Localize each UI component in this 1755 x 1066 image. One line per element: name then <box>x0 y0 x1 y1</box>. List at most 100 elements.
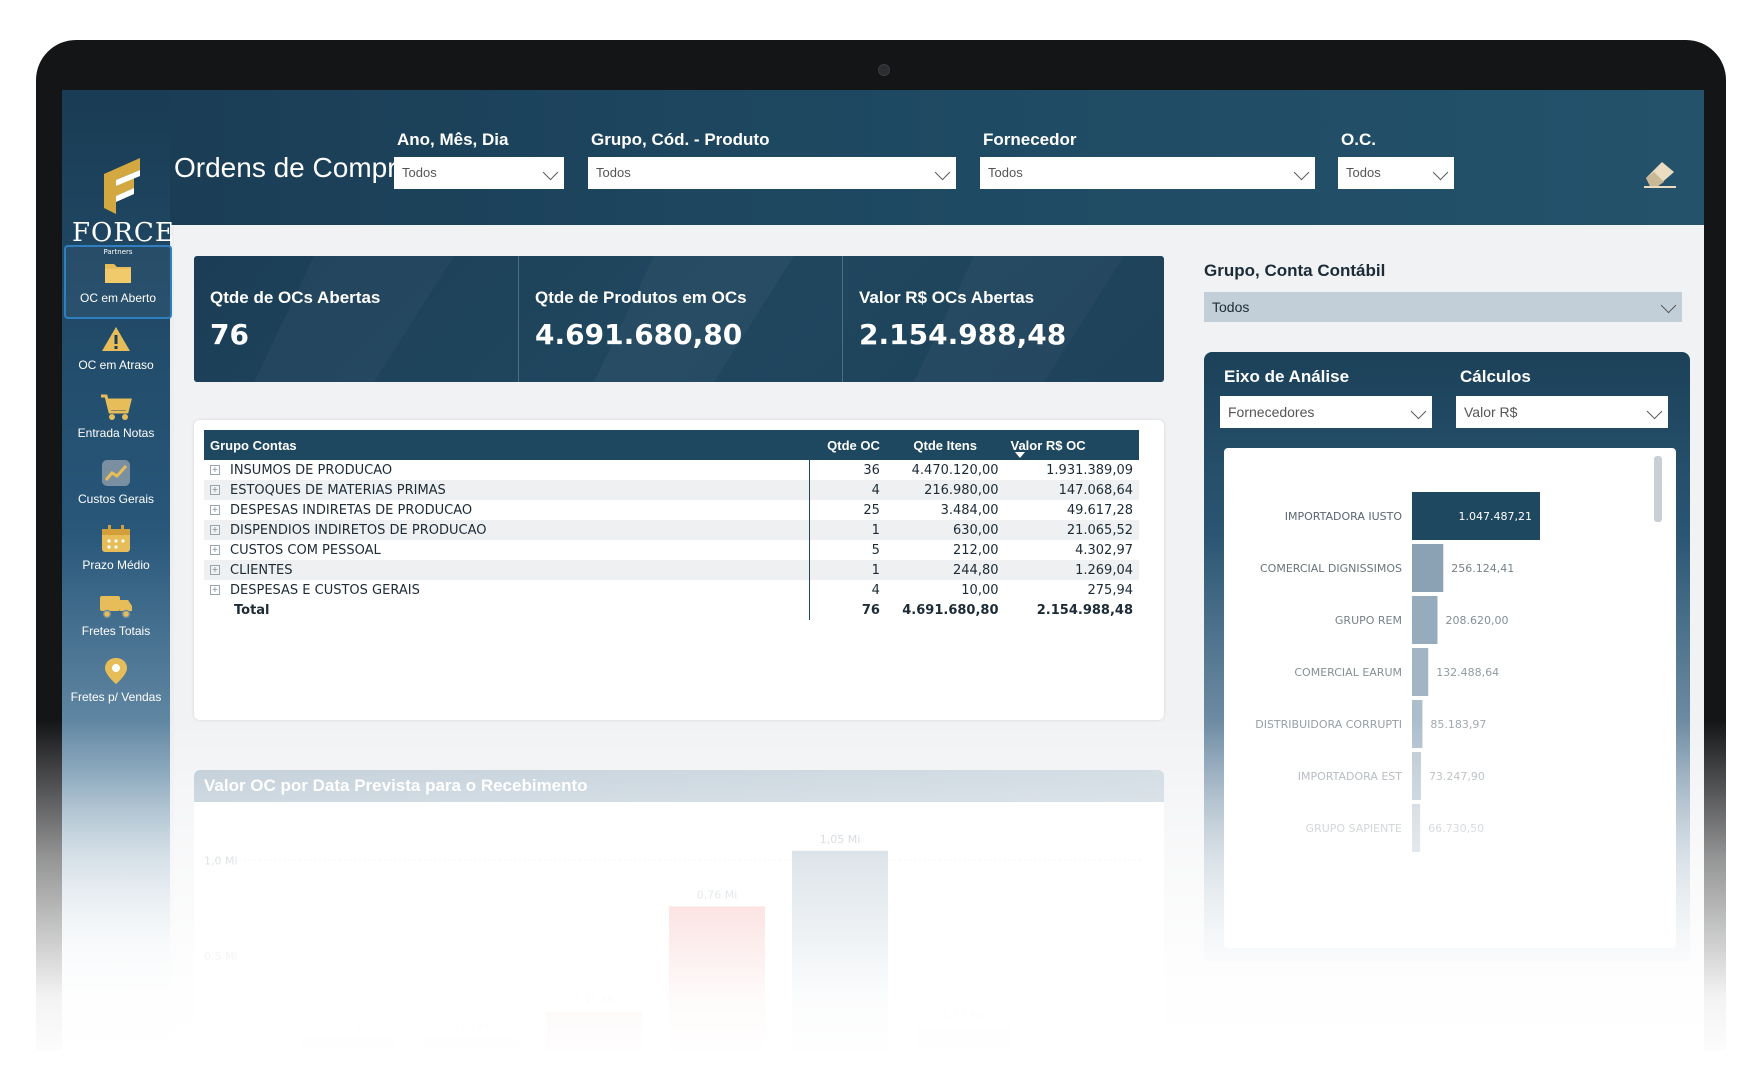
bar-value-label: 73.247,90 <box>1429 770 1485 783</box>
filter-product-label: Grupo, Cód. - Produto <box>591 130 770 149</box>
bar-value-label: 0,07 Mi <box>328 1021 369 1034</box>
table-row[interactable]: + CUSTOS COM PESSOAL 5 212,00 4.302,97 <box>204 540 1139 560</box>
bar <box>1412 596 1438 644</box>
sidebar-item-prazo-medio[interactable]: Prazo Médio <box>64 514 168 584</box>
bar-value-label: 66.730,50 <box>1428 822 1484 835</box>
table-row[interactable]: + CLIENTES 1 244,80 1.269,04 <box>204 560 1139 580</box>
sidebar-item-fretes-p-vendas[interactable]: Fretes p/ Vendas <box>64 646 168 716</box>
sidebar-item-label: OC em Aberto <box>79 291 157 305</box>
filter-supplier-dropdown[interactable]: Todos <box>980 157 1315 189</box>
kpi-value: 4.691.680,80 <box>535 318 743 351</box>
calendar-icon <box>102 525 130 552</box>
kpi-cards: Qtde de OCs Abertas 76 Qtde de Produtos … <box>194 256 1164 382</box>
bar-category-label: IMPORTADORA EST <box>1298 770 1403 783</box>
filter-date-value: Todos <box>402 165 437 180</box>
filter-date-dropdown[interactable]: Todos <box>394 157 564 189</box>
sidebar-item-custos-gerais[interactable]: Custos Gerais <box>64 448 168 518</box>
sidebar-item-label: Entrada Notas <box>77 426 155 440</box>
location-pin-icon <box>105 658 127 684</box>
kpi-title: Qtde de Produtos em OCs <box>535 288 747 307</box>
sidebar-item-oc-em-atraso[interactable]: OC em Atraso <box>64 314 168 384</box>
calculos-dropdown[interactable]: Valor R$ <box>1456 396 1668 428</box>
bar-category-label: IMPORTADORA IUSTO <box>1285 510 1403 523</box>
kpi-value: 76 <box>210 318 249 351</box>
row-qtde-oc: 25 <box>863 502 880 518</box>
eraser-icon[interactable] <box>1642 158 1678 188</box>
fornecedores-chart-panel: IMPORTADORA IUSTO 1.047.487,21 COMERCIAL D… <box>1224 448 1676 948</box>
table-row[interactable]: + DISPENDIOS INDIRETOS DE PRODUCAO 1 630,… <box>204 520 1139 540</box>
bar-value-label: 0,21 Mi <box>574 994 615 1007</box>
row-valor: 1.269,04 <box>1004 560 1139 580</box>
bar-value-label: 0,13 Mi <box>943 1009 984 1022</box>
filter-supplier-value: Todos <box>988 165 1023 180</box>
row-qtde-itens: 212,00 <box>953 542 999 558</box>
expand-icon[interactable]: + <box>210 505 220 515</box>
row-qtde-itens: 3.484,00 <box>940 502 999 518</box>
expand-icon[interactable]: + <box>210 565 220 575</box>
column-header-qtde-itens[interactable]: Qtde Itens <box>885 430 1005 460</box>
row-qtde-itens: 630,00 <box>885 520 1005 540</box>
row-name: CLIENTES <box>230 562 293 578</box>
bar-value-label: 208.620,00 <box>1445 614 1508 627</box>
chart-scrollbar[interactable] <box>1654 456 1662 522</box>
bar <box>669 906 765 1052</box>
row-valor: 4.302,97 <box>1075 542 1133 558</box>
screen: FORCE Partners OC em Aberto OC em Atraso <box>62 90 1704 1066</box>
grupo-conta-contabil-value: Todos <box>1212 299 1250 315</box>
column-header-valor[interactable]: Valor R$ OC <box>1004 430 1139 460</box>
bar-category-label: GRUPO REM <box>1335 614 1402 627</box>
bar <box>915 1027 1011 1052</box>
expand-icon[interactable]: + <box>210 585 220 595</box>
chevron-down-icon <box>1646 403 1663 420</box>
row-name: DESPESAS INDIRETAS DE PRODUCAO <box>230 502 473 518</box>
expand-icon[interactable]: + <box>210 545 220 555</box>
bar <box>546 1011 642 1052</box>
bar <box>1412 804 1421 852</box>
row-qtde-itens: 216.980,00 <box>885 480 1005 500</box>
eixo-analise-dropdown[interactable]: Fornecedores <box>1220 396 1432 428</box>
filter-supplier-label: Fornecedor <box>983 130 1077 149</box>
bar-value-label: 1,05 Mi <box>820 833 861 846</box>
column-header-grupo-contas[interactable]: Grupo Contas <box>204 430 810 460</box>
bar-value-label: 0,07 Mi <box>451 1021 492 1034</box>
expand-icon[interactable]: + <box>210 465 220 475</box>
horizontal-bar-chart: IMPORTADORA IUSTO 1.047.487,21 COMERCIAL D… <box>1255 492 1540 852</box>
bar <box>1412 700 1423 748</box>
grupo-contas-table: Grupo Contas Qtde OC Qtde Itens Valor R$… <box>204 430 1139 620</box>
table-row[interactable]: + ESTOQUES DE MATERIAS PRIMAS 4 216.980,0… <box>204 480 1139 500</box>
expand-icon[interactable]: + <box>210 485 220 495</box>
row-qtde-oc: 1 <box>809 520 886 540</box>
filter-product-dropdown[interactable]: Todos <box>588 157 956 189</box>
table-row[interactable]: + DESPESAS E CUSTOS GERAIS 4 10,00 275,94 <box>204 580 1139 600</box>
sidebar-item-fretes-totais[interactable]: Fretes Totais <box>64 580 168 650</box>
sidebar-item-label: OC em Atraso <box>78 358 154 372</box>
filter-oc-dropdown[interactable]: Todos <box>1338 157 1454 189</box>
filter-oc-label: O.C. <box>1341 130 1376 149</box>
bar-category-label: COMERCIAL DIGNISSIMOS <box>1260 562 1402 575</box>
sidebar: FORCE Partners OC em Aberto OC em Atraso <box>62 90 174 1066</box>
sidebar-item-entrada-notas[interactable]: Entrada Notas <box>64 382 168 452</box>
bar <box>1412 544 1444 592</box>
row-valor: 275,94 <box>1087 582 1134 598</box>
y-tick-label: 1,0 Mi <box>204 854 238 867</box>
grupo-conta-contabil-label: Grupo, Conta Contábil <box>1204 261 1386 280</box>
sidebar-item-oc-em-aberto[interactable]: OC em Aberto <box>64 245 172 319</box>
row-valor: 21.065,52 <box>1004 520 1139 540</box>
row-name: INSUMOS DE PRODUCAO <box>230 462 393 478</box>
column-header-qtde-oc[interactable]: Qtde OC <box>809 430 886 460</box>
grupo-conta-contabil-dropdown[interactable]: Todos <box>1204 292 1682 322</box>
calculos-value: Valor R$ <box>1464 404 1518 420</box>
total-qtde-itens: 4.691.680,80 <box>902 602 999 618</box>
kpi-title: Qtde de OCs Abertas <box>210 288 381 307</box>
row-qtde-oc: 4 <box>809 480 886 500</box>
table-row[interactable]: + INSUMOS DE PRODUCAO 36 4.470.120,00 1.9… <box>204 460 1139 480</box>
row-qtde-itens: 10,00 <box>961 582 999 598</box>
sort-descending-icon <box>1014 452 1025 458</box>
filter-oc-value: Todos <box>1346 165 1381 180</box>
chevron-down-icon <box>542 164 559 181</box>
chevron-down-icon <box>1293 164 1310 181</box>
bar-category-label: COMERCIAL EARUM <box>1294 666 1402 679</box>
table-row[interactable]: + DESPESAS INDIRETAS DE PRODUCAO 25 3.484… <box>204 500 1139 520</box>
row-name: ESTOQUES DE MATERIAS PRIMAS <box>230 482 446 498</box>
expand-icon[interactable]: + <box>210 525 220 535</box>
